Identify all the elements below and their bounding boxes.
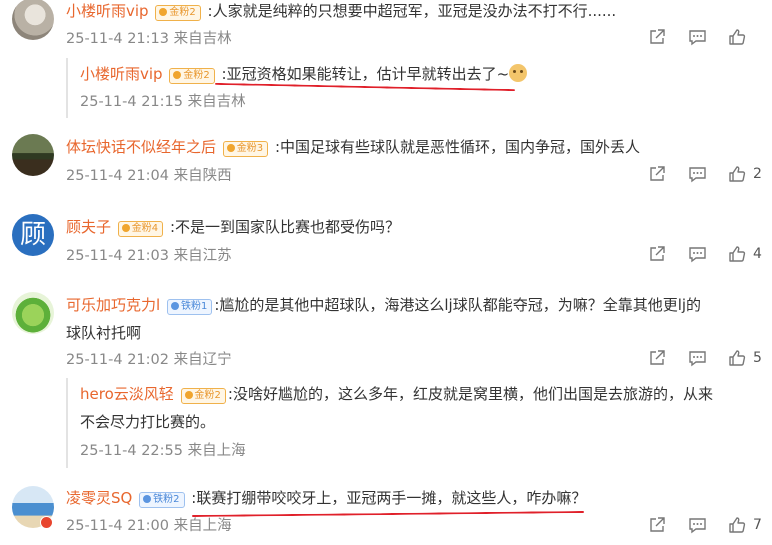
username[interactable]: 小楼听雨vip bbox=[66, 2, 149, 20]
username[interactable]: hero云淡风轻 bbox=[80, 385, 174, 403]
like-count: 5 bbox=[753, 350, 762, 366]
like-count: 7 bbox=[753, 517, 762, 533]
thumbs-up-icon bbox=[729, 350, 746, 366]
comment-actions: 7 bbox=[648, 516, 762, 536]
thumbs-up-icon bbox=[729, 517, 746, 533]
username[interactable]: 顾夫子 bbox=[66, 218, 111, 236]
comment-text: :人家就是纯粹的只想要中超冠军，亚冠是没办法不打不行...... bbox=[207, 2, 617, 20]
comment-button[interactable] bbox=[688, 165, 707, 183]
comment-button[interactable] bbox=[688, 516, 707, 534]
comment-icon bbox=[689, 247, 706, 263]
comment-meta: 25-11-4 21:04 来自陕西 bbox=[66, 168, 232, 184]
share-icon bbox=[650, 350, 665, 365]
comment-meta: 25-11-4 21:02 来自辽宁 bbox=[66, 352, 232, 368]
username[interactable]: 可乐加巧克力l bbox=[66, 296, 160, 314]
username[interactable]: 凌零灵SQ bbox=[66, 489, 132, 507]
like-button[interactable]: 2 bbox=[728, 165, 762, 183]
reply-meta: 25-11-4 22:55 来自上海 bbox=[80, 443, 246, 459]
share-icon bbox=[650, 246, 665, 261]
share-button[interactable] bbox=[648, 245, 666, 263]
fan-badge: 铁粉1 bbox=[166, 299, 213, 315]
badge-icon bbox=[159, 8, 168, 16]
badge-icon bbox=[121, 224, 130, 232]
username[interactable]: 体坛快话不似经年之后 bbox=[66, 138, 216, 156]
comment-text: :联赛打绷带咬咬牙上，亚冠两手一摊，就这些人，咋办嘛？ bbox=[191, 489, 587, 507]
comment-actions: 5 bbox=[648, 349, 762, 369]
thumbs-up-icon bbox=[729, 29, 746, 45]
share-icon bbox=[650, 166, 665, 181]
comment-button[interactable] bbox=[688, 245, 707, 263]
thumbs-up-icon bbox=[729, 246, 746, 262]
reply-meta: 25-11-4 21:15 来自吉林 bbox=[80, 94, 246, 110]
comment-icon bbox=[689, 30, 706, 46]
badge-icon bbox=[173, 71, 182, 79]
comment-actions: 4 bbox=[648, 245, 762, 265]
red-underline bbox=[192, 510, 584, 518]
share-button[interactable] bbox=[648, 165, 666, 183]
reply-item: hero云淡风轻 金粉2:没啥好尴尬的，这么多年，红皮就是窝里横，他们出国是去旅… bbox=[66, 378, 762, 468]
comment-text-continued: 球队衬托啊 bbox=[66, 324, 142, 342]
avatar-text: 顾 bbox=[19, 220, 46, 250]
doge-emoji-icon bbox=[509, 64, 528, 82]
badge-icon bbox=[143, 495, 152, 503]
comment-icon bbox=[689, 518, 706, 534]
comment-button[interactable] bbox=[688, 28, 707, 46]
fan-badge: 铁粉2 bbox=[139, 492, 185, 508]
comment-actions bbox=[648, 28, 760, 48]
like-count: 2 bbox=[753, 166, 762, 182]
reply-text: :没啥好尴尬的，这么多年，红皮就是窝里横，他们出国是去旅游的，从来 bbox=[227, 385, 713, 403]
verified-badge-icon bbox=[40, 516, 53, 529]
fan-badge: 金粉3 bbox=[222, 141, 269, 157]
comment-meta: 25-11-4 21:13 来自吉林 bbox=[66, 31, 232, 47]
fan-badge: 金粉2 bbox=[169, 68, 215, 84]
username[interactable]: 小楼听雨vip bbox=[80, 65, 163, 83]
avatar[interactable] bbox=[12, 134, 54, 176]
badge-icon bbox=[184, 391, 193, 399]
like-button[interactable]: 4 bbox=[728, 245, 762, 263]
like-button[interactable] bbox=[728, 28, 753, 46]
comment-meta: 25-11-4 21:00 来自上海 bbox=[66, 518, 232, 534]
comment-icon bbox=[689, 167, 706, 183]
fan-badge: 金粉2 bbox=[155, 5, 201, 21]
like-button[interactable]: 5 bbox=[728, 349, 762, 367]
comment-text: :不是一到国家队比赛也都受伤吗？ bbox=[169, 218, 401, 236]
share-button[interactable] bbox=[648, 28, 666, 46]
share-button[interactable] bbox=[648, 349, 666, 367]
avatar[interactable] bbox=[12, 292, 54, 334]
comment-button[interactable] bbox=[688, 349, 707, 367]
badge-icon bbox=[226, 144, 235, 152]
comment-actions: 2 bbox=[648, 165, 762, 185]
like-button[interactable]: 7 bbox=[728, 516, 762, 534]
avatar[interactable] bbox=[12, 0, 54, 40]
avatar[interactable]: 顾 bbox=[12, 214, 54, 256]
comment-icon bbox=[689, 351, 706, 367]
comment-meta: 25-11-4 21:03 来自江苏 bbox=[66, 248, 232, 264]
comment-text: :中国足球有些球队就是恶性循环，国内争冠，国外丢人 bbox=[274, 138, 641, 156]
like-count: 4 bbox=[753, 246, 762, 262]
badge-icon bbox=[170, 302, 179, 310]
reply-text-continued: 不会尽力打比赛的。 bbox=[80, 413, 216, 431]
thumbs-up-icon bbox=[729, 166, 746, 182]
fan-badge: 金粉4 bbox=[117, 221, 164, 237]
reply-text: :亚冠资格如果能转让，估计早就转出去了~ bbox=[221, 65, 510, 83]
share-icon bbox=[650, 29, 665, 44]
share-button[interactable] bbox=[648, 516, 666, 534]
fan-badge: 金粉2 bbox=[180, 388, 226, 404]
share-icon bbox=[650, 517, 665, 532]
comment-text: :尴尬的是其他中超球队，海港这么lj球队都能夺冠，为嘛？全靠其他更lj的 bbox=[214, 296, 702, 314]
